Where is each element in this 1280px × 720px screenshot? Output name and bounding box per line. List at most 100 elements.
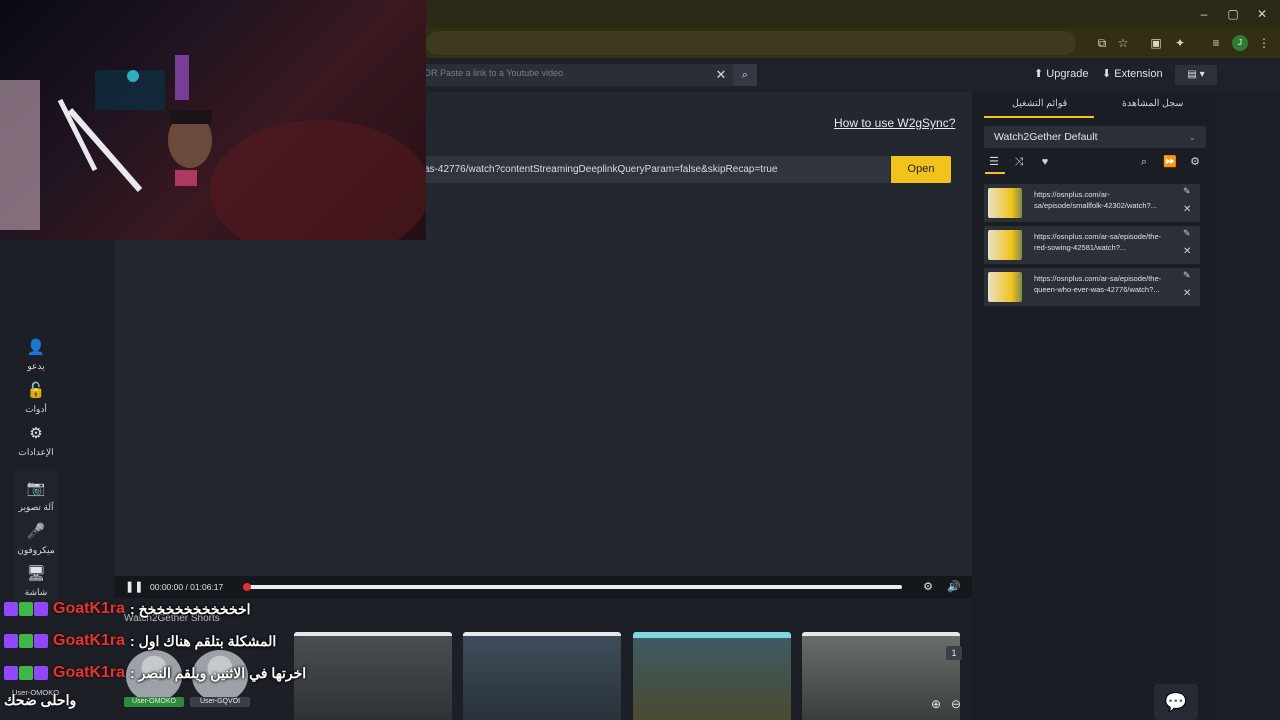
tab-history[interactable]: سجل المشاهدة bbox=[1122, 98, 1183, 109]
microphone-icon: 🎤 bbox=[26, 523, 46, 540]
check-badge-icon bbox=[19, 634, 33, 648]
shorts-count-badge: 1 bbox=[946, 646, 962, 660]
shuffle-icon[interactable]: ⤨ bbox=[1011, 154, 1027, 170]
active-tool-indicator bbox=[985, 172, 1005, 174]
remove-icon[interactable]: ✕ bbox=[1183, 204, 1191, 215]
short-thumbnail[interactable] bbox=[463, 632, 621, 720]
chat-message: GoatK1ra اخخخخخخخخخخخخ : bbox=[4, 598, 251, 620]
howto-link[interactable]: How to use W2gSync? bbox=[834, 116, 955, 130]
edit-icon[interactable]: ✎ bbox=[1183, 270, 1191, 281]
playlist-thumbnail bbox=[988, 272, 1022, 302]
playlist-select[interactable]: Watch2Gether Default ⌄ bbox=[984, 126, 1206, 148]
upgrade-label: Upgrade bbox=[1046, 68, 1089, 80]
download-icon: ⬇ bbox=[1102, 68, 1115, 80]
pause-icon[interactable]: ❚❚ bbox=[125, 580, 143, 594]
chat-text: اخرتها في الاثنين ويلقم النصر : bbox=[130, 664, 307, 681]
playlist-thumbnail bbox=[988, 188, 1022, 218]
clear-icon[interactable]: ✕ bbox=[712, 66, 730, 84]
screen-share-button[interactable]: 🖥 شاشة bbox=[14, 564, 58, 598]
add-user-icon: 👤 bbox=[26, 339, 46, 356]
edit-icon[interactable]: ✎ bbox=[1183, 228, 1191, 239]
time-display: 00:00:00 / 01:06:17 bbox=[150, 582, 224, 592]
seek-bar[interactable] bbox=[244, 585, 902, 589]
search-icon[interactable]: ⌕ bbox=[733, 64, 757, 86]
chat-username: GoatK1ra bbox=[53, 632, 126, 649]
reading-list-icon[interactable]: ≡ bbox=[1208, 35, 1224, 51]
chat-icon: 💬 bbox=[1164, 692, 1188, 712]
upgrade-link[interactable]: ⬆ Upgrade bbox=[1034, 67, 1088, 80]
monitor-icon: 🖥 bbox=[26, 565, 46, 582]
remove-icon[interactable]: ✕ bbox=[1183, 288, 1191, 299]
playlist-settings-icon[interactable]: ⚙ bbox=[1187, 154, 1203, 170]
sync-url-input[interactable]: as-42776/watch?contentStreamingDeeplinkQ… bbox=[420, 156, 890, 183]
playlist-item[interactable]: https://osnplus.com/ar-sa/episode/the-re… bbox=[984, 226, 1200, 264]
extension-label: Extension bbox=[1114, 68, 1163, 80]
chat-text: المشكلة بتلقم هناك اول : bbox=[130, 632, 277, 649]
zoom-in-icon[interactable]: ⊕ bbox=[929, 697, 943, 711]
user-name-tag: User-OMOKO bbox=[124, 697, 184, 707]
extensions-icon[interactable]: ✦ bbox=[1172, 35, 1188, 51]
microphone-button[interactable]: 🎤 ميكروفون bbox=[14, 522, 58, 556]
browser-address-bar[interactable] bbox=[426, 31, 1076, 55]
playlist-item-url: https://osnplus.com/ar-sa/episode/the-re… bbox=[1034, 232, 1162, 252]
settings-label: الإعدادات bbox=[18, 447, 54, 457]
extension-link[interactable]: ⬇ Extension bbox=[1102, 67, 1163, 80]
player-settings-icon[interactable]: ⚙ bbox=[921, 580, 935, 594]
maximize-icon[interactable]: ▢ bbox=[1225, 6, 1241, 22]
short-thumbnail[interactable] bbox=[294, 632, 452, 720]
screen-label: شاشة bbox=[24, 587, 48, 597]
tab-playlists[interactable]: قوائم التشغيل bbox=[1012, 98, 1067, 109]
camera-button[interactable]: 📷 آلة تصوير bbox=[14, 479, 58, 513]
browser-menu-icon[interactable]: ⋮ bbox=[1256, 35, 1272, 51]
minimize-icon[interactable]: – bbox=[1196, 6, 1212, 22]
upgrade-icon: ⬆ bbox=[1034, 68, 1047, 80]
list-view-icon[interactable]: ☰ bbox=[986, 154, 1002, 170]
volume-icon[interactable]: 🔊 bbox=[947, 580, 961, 594]
remove-icon[interactable]: ✕ bbox=[1183, 246, 1191, 257]
install-app-icon[interactable]: ⧉ bbox=[1094, 35, 1110, 51]
invite-button[interactable]: 👤 يدعو bbox=[14, 338, 58, 372]
sub-badge-icon bbox=[34, 634, 48, 648]
chat-username: GoatK1ra bbox=[53, 600, 126, 617]
short-thumbnail[interactable] bbox=[633, 632, 791, 720]
camera-label: آلة تصوير bbox=[18, 502, 54, 512]
active-tab-indicator bbox=[984, 116, 1094, 118]
search-input[interactable]: OR Paste a link to a Youtube video ✕ ⌕ bbox=[420, 64, 757, 86]
profile-avatar[interactable]: J bbox=[1232, 35, 1248, 51]
playlist-item-url: https://osnplus.com/ar-sa/episode/smallf… bbox=[1034, 190, 1157, 210]
playlist-search-icon[interactable]: ⌕ bbox=[1136, 154, 1152, 170]
settings-button[interactable]: ⚙ الإعدادات bbox=[14, 424, 58, 458]
playlist-name: Watch2Gether Default bbox=[994, 131, 1098, 143]
search-placeholder: OR Paste a link to a Youtube video bbox=[424, 68, 564, 78]
language-icon: ▤ ▾ bbox=[1187, 69, 1205, 80]
playlist-item[interactable]: https://osnplus.com/ar-sa/episode/the-qu… bbox=[984, 268, 1200, 306]
camera-icon: 📷 bbox=[26, 480, 46, 497]
webcam-scene bbox=[0, 55, 426, 240]
playlist-item[interactable]: https://osnplus.com/ar-sa/episode/smallf… bbox=[984, 184, 1200, 222]
chevron-down-icon: ⌄ bbox=[1188, 132, 1196, 142]
close-window-icon[interactable]: ✕ bbox=[1254, 6, 1270, 22]
sub-badge-icon bbox=[4, 666, 18, 680]
open-button[interactable]: Open bbox=[891, 156, 951, 183]
gear-icon: ⚙ bbox=[29, 425, 43, 442]
sub-badge-icon bbox=[4, 602, 18, 616]
webcam-overlay bbox=[0, 0, 426, 240]
chat-message: GoatK1ra اخرتها في الاثنين ويلقم النصر : bbox=[4, 662, 306, 684]
bookmark-star-icon[interactable]: ☆ bbox=[1115, 35, 1131, 51]
playlist-item-url: https://osnplus.com/ar-sa/episode/the-qu… bbox=[1034, 274, 1162, 294]
media-icon[interactable]: ▣ bbox=[1148, 35, 1164, 51]
chat-toggle-button[interactable]: 💬 bbox=[1154, 684, 1198, 720]
zoom-out-icon[interactable]: ⊖ bbox=[949, 697, 963, 711]
unlock-icon: 🔓 bbox=[26, 382, 46, 399]
heart-icon[interactable]: ♥ bbox=[1037, 154, 1053, 170]
tools-button[interactable]: 🔓 أدوات bbox=[14, 381, 58, 415]
skip-forward-icon[interactable]: ⏩ bbox=[1162, 154, 1178, 170]
invite-label: يدعو bbox=[27, 361, 45, 371]
user-name-tag: User-GQVOI bbox=[190, 697, 250, 707]
seek-handle[interactable] bbox=[243, 583, 251, 591]
chat-message: GoatK1ra المشكلة بتلقم هناك اول : bbox=[4, 630, 276, 652]
edit-icon[interactable]: ✎ bbox=[1183, 186, 1191, 197]
language-button[interactable]: ▤ ▾ bbox=[1175, 65, 1217, 85]
chat-continuation-text: واحلى ضحك bbox=[4, 692, 77, 708]
check-badge-icon bbox=[19, 666, 33, 680]
